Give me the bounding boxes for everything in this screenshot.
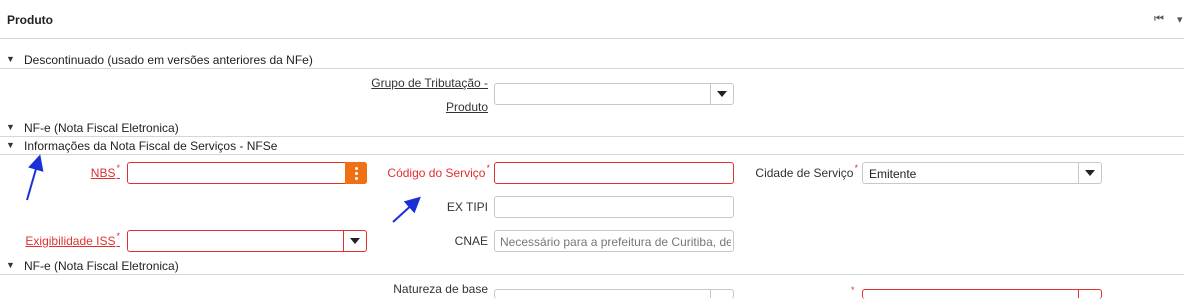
annotation-arrows xyxy=(26,154,421,223)
annotation-arrow xyxy=(26,154,44,201)
annotation-arrow xyxy=(392,196,421,223)
